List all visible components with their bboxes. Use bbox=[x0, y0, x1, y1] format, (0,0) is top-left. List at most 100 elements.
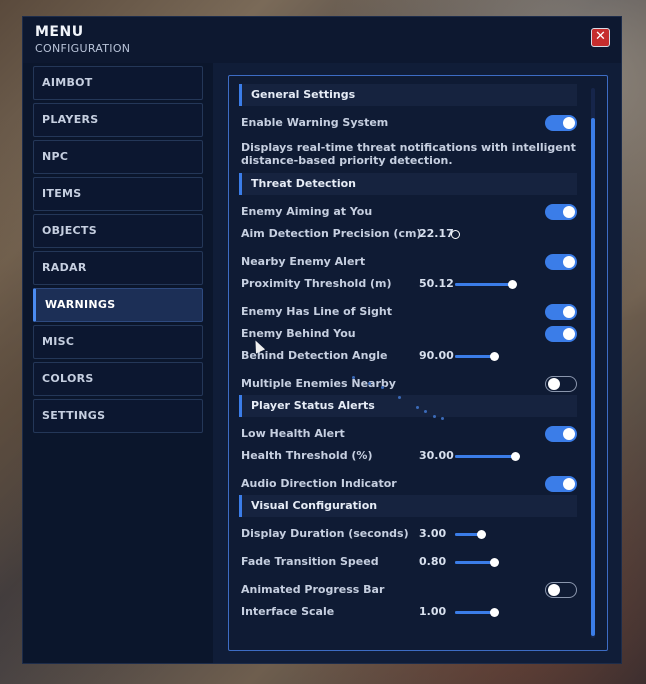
setting-nearby-alert: Nearby Enemy Alert bbox=[239, 251, 577, 273]
sidebar-item-objects[interactable]: OBJECTS bbox=[33, 214, 203, 248]
setting-label: Display Duration (seconds) bbox=[241, 527, 409, 540]
sidebar-item-misc[interactable]: MISC bbox=[33, 325, 203, 359]
aim-precision-value: 22.17 bbox=[419, 227, 454, 240]
multiple-enemies-toggle[interactable] bbox=[545, 376, 577, 392]
settings-list: General Settings Enable Warning System D… bbox=[239, 84, 577, 623]
sidebar-item-aimbot[interactable]: AIMBOT bbox=[33, 66, 203, 100]
health-threshold-slider[interactable] bbox=[455, 452, 520, 461]
sidebar-item-npc[interactable]: NPC bbox=[33, 140, 203, 174]
close-button[interactable]: ✕ bbox=[591, 28, 610, 47]
warnings-panel: General Settings Enable Warning System D… bbox=[228, 75, 608, 651]
line-of-sight-toggle[interactable] bbox=[545, 304, 577, 320]
setting-audio-direction: Audio Direction Indicator bbox=[239, 473, 577, 495]
setting-low-health: Low Health Alert bbox=[239, 423, 577, 445]
scrollbar[interactable] bbox=[591, 88, 595, 638]
sidebar-item-colors[interactable]: COLORS bbox=[33, 362, 203, 396]
toggle-knob bbox=[563, 428, 575, 440]
setting-progress-bar: Animated Progress Bar bbox=[239, 579, 577, 601]
setting-label: Nearby Enemy Alert bbox=[241, 255, 366, 268]
setting-behind-you: Enemy Behind You bbox=[239, 323, 577, 345]
toggle-knob bbox=[563, 328, 575, 340]
sidebar-item-players[interactable]: PLAYERS bbox=[33, 103, 203, 137]
slider-thumb[interactable] bbox=[508, 280, 517, 289]
slider-thumb[interactable] bbox=[490, 558, 499, 567]
slider-fill bbox=[455, 611, 495, 614]
slider-thumb[interactable] bbox=[490, 608, 499, 617]
interface-scale-value: 1.00 bbox=[419, 605, 447, 618]
setting-label: Health Threshold (%) bbox=[241, 449, 373, 462]
menu-title: MENU bbox=[35, 24, 84, 40]
setting-label: Low Health Alert bbox=[241, 427, 345, 440]
behind-angle-value: 90.00 bbox=[419, 349, 454, 362]
sidebar-item-items[interactable]: ITEMS bbox=[33, 177, 203, 211]
low-health-toggle[interactable] bbox=[545, 426, 577, 442]
section-player-status: Player Status Alerts bbox=[239, 395, 577, 417]
setting-label: Audio Direction Indicator bbox=[241, 477, 397, 490]
setting-display-duration: Display Duration (seconds) 3.00 bbox=[239, 523, 577, 545]
toggle-knob bbox=[563, 117, 575, 129]
setting-behind-angle: Behind Detection Angle 90.00 bbox=[239, 345, 577, 367]
setting-label: Interface Scale bbox=[241, 605, 335, 618]
sidebar-nav: AIMBOT PLAYERS NPC ITEMS OBJECTS RADAR W… bbox=[33, 66, 203, 436]
interface-scale-slider[interactable] bbox=[455, 608, 499, 617]
slider-thumb[interactable] bbox=[490, 352, 499, 361]
nearby-alert-toggle[interactable] bbox=[545, 254, 577, 270]
setting-label: Enemy Aiming at You bbox=[241, 205, 373, 218]
section-general-settings: General Settings bbox=[239, 84, 577, 106]
setting-label: Proximity Threshold (m) bbox=[241, 277, 392, 290]
setting-aim-precision: Aim Detection Precision (cm) 22.17 bbox=[239, 223, 577, 245]
menu-header: MENU CONFIGURATION ✕ bbox=[23, 17, 621, 63]
enable-warning-toggle[interactable] bbox=[545, 115, 577, 131]
setting-health-threshold: Health Threshold (%) 30.00 bbox=[239, 445, 577, 467]
setting-label: Enemy Has Line of Sight bbox=[241, 305, 393, 318]
setting-label: Multiple Enemies Nearby bbox=[241, 377, 396, 390]
health-threshold-value: 30.00 bbox=[419, 449, 454, 462]
fade-speed-slider[interactable] bbox=[455, 558, 499, 567]
setting-fade-speed: Fade Transition Speed 0.80 bbox=[239, 551, 577, 573]
slider-thumb[interactable] bbox=[451, 230, 460, 239]
toggle-knob bbox=[548, 378, 560, 390]
proximity-value: 50.12 bbox=[419, 277, 454, 290]
proximity-slider[interactable] bbox=[455, 280, 517, 289]
setting-label: Aim Detection Precision (cm) bbox=[241, 227, 422, 240]
toggle-knob bbox=[548, 584, 560, 596]
enemy-aiming-toggle[interactable] bbox=[545, 204, 577, 220]
setting-label: Fade Transition Speed bbox=[241, 555, 379, 568]
toggle-knob bbox=[563, 478, 575, 490]
progress-bar-toggle[interactable] bbox=[545, 582, 577, 598]
section-threat-detection: Threat Detection bbox=[239, 173, 577, 195]
slider-fill bbox=[455, 283, 512, 286]
scrollbar-thumb[interactable] bbox=[591, 118, 595, 636]
toggle-knob bbox=[563, 306, 575, 318]
warning-description: Displays real-time threat notifications … bbox=[241, 141, 576, 167]
setting-label: Behind Detection Angle bbox=[241, 349, 388, 362]
setting-interface-scale: Interface Scale 1.00 bbox=[239, 601, 577, 623]
toggle-knob bbox=[563, 206, 575, 218]
slider-fill bbox=[455, 455, 515, 458]
fade-speed-value: 0.80 bbox=[419, 555, 447, 568]
setting-enemy-aiming: Enemy Aiming at You bbox=[239, 201, 577, 223]
audio-direction-toggle[interactable] bbox=[545, 476, 577, 492]
display-duration-value: 3.00 bbox=[419, 527, 447, 540]
slider-thumb[interactable] bbox=[511, 452, 520, 461]
slider-thumb[interactable] bbox=[477, 530, 486, 539]
close-icon: ✕ bbox=[595, 29, 606, 44]
setting-multiple-enemies: Multiple Enemies Nearby bbox=[239, 373, 577, 395]
behind-you-toggle[interactable] bbox=[545, 326, 577, 342]
toggle-knob bbox=[563, 256, 575, 268]
section-visual-configuration: Visual Configuration bbox=[239, 495, 577, 517]
behind-angle-slider[interactable] bbox=[455, 352, 499, 361]
display-duration-slider[interactable] bbox=[455, 530, 486, 539]
slider-fill bbox=[455, 561, 495, 564]
setting-label: Enable Warning System bbox=[241, 116, 389, 129]
sidebar-item-radar[interactable]: RADAR bbox=[33, 251, 203, 285]
setting-label: Animated Progress Bar bbox=[241, 583, 385, 596]
setting-line-of-sight: Enemy Has Line of Sight bbox=[239, 301, 577, 323]
menu-subtitle: CONFIGURATION bbox=[35, 42, 131, 55]
slider-fill bbox=[455, 355, 495, 358]
setting-enable-warning: Enable Warning System bbox=[239, 112, 577, 134]
sidebar-item-warnings[interactable]: WARNINGS bbox=[33, 288, 203, 322]
sidebar-item-settings[interactable]: SETTINGS bbox=[33, 399, 203, 433]
menu-window: MENU CONFIGURATION ✕ AIMBOT PLAYERS NPC … bbox=[22, 16, 622, 664]
setting-proximity-threshold: Proximity Threshold (m) 50.12 bbox=[239, 273, 577, 295]
